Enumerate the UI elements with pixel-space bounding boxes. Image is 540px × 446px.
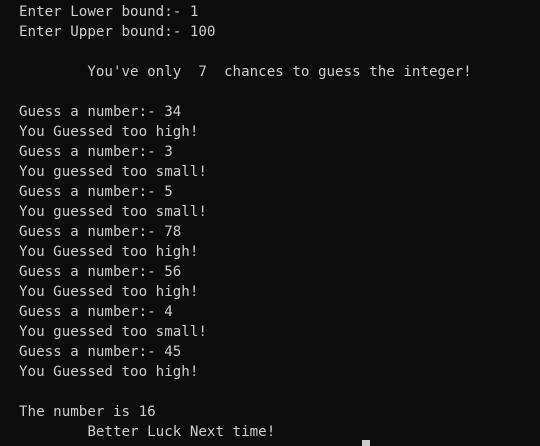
console-line-guess: Guess a number:- 34	[19, 104, 182, 120]
console-line-feedback: You Guessed too high!	[19, 244, 199, 260]
console-line-guess: Guess a number:- 5	[19, 184, 173, 200]
console-line-guess: Guess a number:- 78	[19, 224, 182, 240]
console-line-goodbye: Better Luck Next time!	[19, 424, 276, 440]
console-line-guess: Guess a number:- 45	[19, 344, 182, 360]
console-line-feedback: You guessed too small!	[19, 324, 207, 340]
console-line-feedback: You Guessed too high!	[19, 124, 199, 140]
console-line-upper-bound: Enter Upper bound:- 100	[19, 24, 216, 40]
console-window[interactable]: Enter Lower bound:- 1 Enter Upper bound:…	[0, 0, 540, 446]
console-line-lower-bound: Enter Lower bound:- 1	[19, 4, 199, 20]
console-line-feedback: You guessed too small!	[19, 204, 207, 220]
console-line-feedback: You Guessed too high!	[19, 364, 199, 380]
console-line-guess: Guess a number:- 4	[19, 304, 173, 320]
text-cursor	[362, 440, 370, 446]
console-line-guess: Guess a number:- 3	[19, 144, 173, 160]
console-line-chances: You've only 7 chances to guess the integ…	[19, 64, 472, 80]
console-line-guess: Guess a number:- 56	[19, 264, 182, 280]
console-line-feedback: You guessed too small!	[19, 164, 207, 180]
console-line-feedback: You Guessed too high!	[19, 284, 199, 300]
console-line-result: The number is 16	[19, 404, 156, 420]
